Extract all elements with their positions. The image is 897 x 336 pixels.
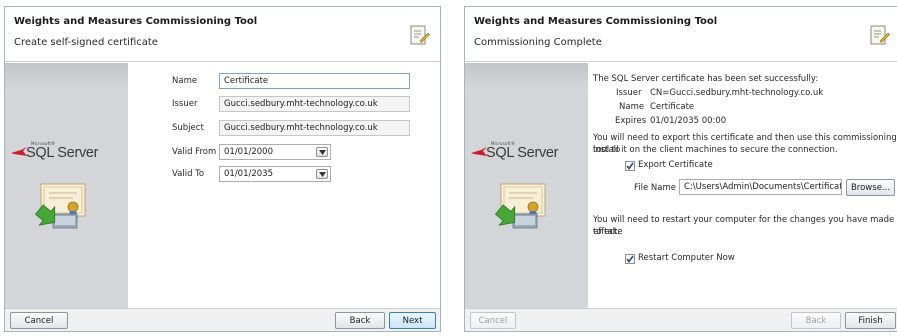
valid-to-value: 01/01/2035 <box>224 169 273 179</box>
cancel-button[interactable]: Cancel <box>10 312 68 329</box>
issuer-value: CN=Gucci.sedbury.mht-technology.co.uk <box>650 88 824 98</box>
issuer-label: Issuer <box>172 99 198 109</box>
page-subtitle: Commissioning Complete <box>474 37 602 48</box>
valid-to-label: Valid To <box>172 169 205 179</box>
next-button[interactable]: Next <box>389 312 436 329</box>
certificate-form: Name Certificate Issuer Gucci.sedbury.mh… <box>129 63 440 310</box>
checkbox-check-icon <box>626 255 634 263</box>
file-name-label: File Name <box>634 183 677 193</box>
valid-from-label: Valid From <box>172 147 217 157</box>
back-button[interactable]: Back <box>335 312 385 329</box>
page-subtitle: Create self-signed certificate <box>14 37 158 48</box>
export-certificate-label[interactable]: Export Certificate <box>638 160 713 172</box>
sidebar-banner: Microsoft® SQL Server <box>465 63 588 310</box>
commissioning-complete-window: Weights and Measures Commissioning Tool … <box>464 6 897 332</box>
wizard-header: Weights and Measures Commissioning Tool … <box>5 7 440 62</box>
completion-summary: The SQL Server certificate has been set … <box>589 63 897 310</box>
name-input[interactable]: Certificate <box>219 73 410 89</box>
valid-from-date-picker[interactable]: 01/01/2000 <box>219 144 331 160</box>
finish-button[interactable]: Finish <box>845 312 896 329</box>
create-certificate-window: Weights and Measures Commissioning Tool … <box>4 6 441 332</box>
name-label: Name <box>619 102 645 112</box>
export-instructions-line2: install it on the client machines to sec… <box>593 145 838 155</box>
subject-label: Subject <box>172 123 204 133</box>
certificate-icon <box>494 183 546 229</box>
name-value: Certificate <box>650 102 695 112</box>
browse-button[interactable]: Browse... <box>846 179 895 196</box>
wizard-header-icon <box>410 25 430 45</box>
issuer-label: Issuer <box>616 88 642 98</box>
expires-label: Expires <box>615 116 647 126</box>
window-title: Weights and Measures Commissioning Tool <box>14 16 258 27</box>
restart-instructions-line2: effect. <box>593 227 621 237</box>
sql-server-flag-icon <box>11 147 27 156</box>
window-title: Weights and Measures Commissioning Tool <box>474 16 718 27</box>
logo-product-text: SQL Server <box>26 145 99 161</box>
name-label: Name <box>172 76 198 86</box>
export-certificate-checkbox[interactable] <box>625 161 635 171</box>
wizard-footer: Cancel Back Next <box>5 308 440 331</box>
success-message: The SQL Server certificate has been set … <box>593 74 819 84</box>
sidebar-banner: Microsoft® SQL Server <box>5 63 128 310</box>
restart-instructions-line1: You will need to restart your computer f… <box>593 215 895 237</box>
dropdown-arrow-icon[interactable] <box>316 169 328 179</box>
cancel-button[interactable]: Cancel <box>470 312 516 329</box>
issuer-input[interactable]: Gucci.sedbury.mht-technology.co.uk <box>219 96 410 112</box>
restart-computer-checkbox[interactable] <box>625 254 635 264</box>
sql-server-logo: Microsoft® SQL Server <box>9 141 125 167</box>
file-name-input[interactable]: C:\Users\Admin\Documents\Certificate.ce <box>679 179 842 195</box>
valid-to-date-picker[interactable]: 01/01/2035 <box>219 166 331 182</box>
checkbox-check-icon <box>626 162 634 170</box>
wizard-footer: Cancel Back Finish <box>465 308 897 331</box>
valid-from-value: 01/01/2000 <box>224 147 273 157</box>
wizard-header-icon <box>870 25 890 45</box>
restart-computer-label[interactable]: Restart Computer Now <box>638 253 735 265</box>
wizard-header: Weights and Measures Commissioning Tool … <box>465 7 897 62</box>
certificate-icon <box>34 183 86 229</box>
sql-server-logo: Microsoft® SQL Server <box>469 141 585 167</box>
sql-server-flag-icon <box>471 147 487 156</box>
subject-input[interactable]: Gucci.sedbury.mht-technology.co.uk <box>219 120 410 136</box>
back-button[interactable]: Back <box>791 312 841 329</box>
dropdown-arrow-icon[interactable] <box>316 147 328 157</box>
logo-product-text: SQL Server <box>486 145 559 161</box>
expires-value: 01/01/2035 00:00 <box>650 116 727 126</box>
